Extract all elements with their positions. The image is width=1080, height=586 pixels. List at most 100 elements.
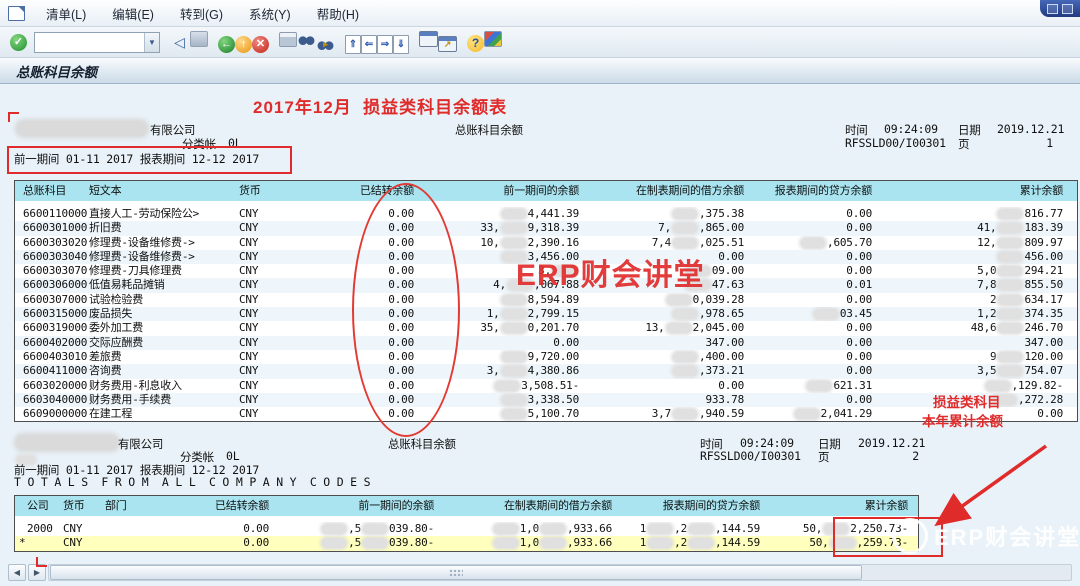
redacted-digits: [502, 409, 526, 419]
table-row[interactable]: 6603040000财务费用-手续费CNY0.003,338.50933.780…: [15, 393, 1077, 407]
customize-icon[interactable]: [484, 31, 502, 47]
redacted-digits: [992, 395, 1016, 405]
cell-currency: CNY: [239, 307, 289, 321]
scrollbar-thumb[interactable]: [50, 565, 862, 580]
watermark-corner: ERP财会讲堂: [934, 520, 1080, 552]
menu-goto[interactable]: 转到(G): [167, 0, 236, 27]
report-title: 总账科目余额: [455, 122, 523, 138]
create-shortcut-icon[interactable]: ↗: [438, 36, 457, 52]
back-icon[interactable]: ←: [218, 36, 235, 53]
next-page-icon[interactable]: ⇒: [377, 35, 393, 54]
column-header-cumulative-balance: 累计余额: [872, 181, 1077, 201]
cell-short-text: 在建工程: [89, 407, 239, 421]
cell-currency: CNY: [239, 350, 289, 364]
column-header-prior-period-balance: 前一期间的余额: [269, 496, 434, 516]
cell-debit-balance: 1,0,933.66: [434, 536, 612, 550]
table-row[interactable]: 6600303070修理费-刀具修理费CNY0.003,09.000.005,0…: [15, 264, 1077, 278]
company-suffix-2: 有限公司: [118, 436, 163, 452]
redacted-digits: [831, 538, 855, 548]
redacted-digits: [673, 409, 697, 419]
redacted-digits: [502, 352, 526, 362]
cell-short-text: 低值易耗品摊销: [89, 278, 239, 292]
scroll-right-icon[interactable]: ▶: [28, 564, 46, 581]
exit-icon[interactable]: ↑: [235, 36, 252, 53]
table-row[interactable]: 6600110000直接人工-劳动保险公>CNY0.004,441.39,375…: [15, 207, 1077, 221]
table-row[interactable]: 6600307000试验检验费CNY0.008,594.890,039.280.…: [15, 293, 1077, 307]
cell-prior-period-balance: 35,0,201.70: [414, 321, 579, 335]
cell-carried-balance: 0.00: [289, 293, 414, 307]
cell-cumulative-balance: 7,8855.50: [872, 278, 1077, 292]
cell-carried-balance: 0.00: [289, 236, 414, 250]
back-triangle-icon[interactable]: ◁: [169, 32, 190, 53]
table-row[interactable]: 6600301000折旧费CNY0.0033,9,318.397,,865.00…: [15, 221, 1077, 235]
cell-carried-balance: 0.00: [289, 364, 414, 378]
menu-help[interactable]: 帮助(H): [304, 0, 372, 27]
table-row[interactable]: 6600411000咨询费CNY0.003,4,380.86,373.210.0…: [15, 364, 1077, 378]
command-dropdown-icon[interactable]: ▼: [144, 33, 159, 52]
first-page-icon[interactable]: ⇑: [345, 35, 361, 54]
redacted-digits: [673, 223, 697, 233]
redacted-digits: [322, 524, 346, 534]
table-row[interactable]: 6609000000在建工程CNY0.005,100.703,7,940.592…: [15, 407, 1077, 421]
redacted-digits: [541, 524, 565, 534]
table-row[interactable]: 6600315000废品损失CNY0.001,2,799.15,978.6503…: [15, 307, 1077, 321]
cell-short-text: 财务费用-利息收入: [89, 379, 239, 393]
table-row[interactable]: 6600303020修理费-设备维修费->CNY0.0010,2,390.167…: [15, 236, 1077, 250]
scrollbar-track[interactable]: [48, 564, 1072, 581]
table-row[interactable]: 6600303040修理费-设备维修费->CNY0.003,456.000.00…: [15, 250, 1077, 264]
cell-cumulative-balance: 12,809.97: [872, 236, 1077, 250]
cell-cumulative-balance: 48,6246.70: [872, 321, 1077, 335]
redacted-digits: [502, 309, 526, 319]
new-session-icon[interactable]: [419, 31, 438, 47]
command-field[interactable]: [35, 34, 144, 51]
redacted-digits: [494, 538, 518, 548]
table-row[interactable]: 6600306000低值易耗品摊销CNY0.004,,067.8847.630.…: [15, 278, 1077, 292]
scroll-left-icon[interactable]: ◀: [8, 564, 26, 581]
menu-list[interactable]: 清单(L): [33, 0, 99, 27]
menu-system[interactable]: 系统(Y): [236, 0, 304, 27]
cell-prior-period-balance: 33,9,318.39: [414, 221, 579, 235]
sap-system-menu-icon[interactable]: [8, 6, 25, 21]
cell-credit-balance: 0.00: [744, 393, 872, 407]
cell-currency: CNY: [239, 221, 289, 235]
print-icon[interactable]: [279, 32, 297, 47]
date-value: 2019.12.21: [997, 122, 1064, 136]
redacted-digits: [807, 381, 831, 391]
redacted-digits: [998, 238, 1022, 248]
redacted-digits: [998, 366, 1022, 376]
find-next-icon[interactable]: ▸: [316, 37, 335, 52]
command-field-wrap: ▼: [34, 32, 160, 53]
cell-account: 6609000000: [15, 407, 89, 421]
last-page-icon[interactable]: ⇓: [393, 35, 409, 54]
totals-heading: T O T A L S F R O M A L L C O M P A N Y …: [14, 475, 370, 489]
cell-currency: CNY: [239, 336, 289, 350]
table-row[interactable]: *CNY0.00,5039.80-1,0,933.661,2,144.5950,…: [15, 536, 918, 550]
table-row[interactable]: 2000CNY0.00,5039.80-1,0,933.661,2,144.59…: [15, 522, 918, 536]
previous-page-icon[interactable]: ⇐: [361, 35, 377, 54]
help-icon[interactable]: ?: [467, 35, 484, 52]
table-row[interactable]: 6603020000财务费用-利息收入CNY0.003,508.51-0.006…: [15, 379, 1077, 393]
save-icon[interactable]: [190, 31, 208, 47]
cell-account: 6600403010: [15, 350, 89, 364]
find-icon[interactable]: [297, 32, 316, 47]
cell-short-text: 直接人工-劳动保险公>: [89, 207, 239, 221]
table-row[interactable]: 6600319000委外加工费CNY0.0035,0,201.7013,2,04…: [15, 321, 1077, 335]
redacted-digits: [686, 266, 710, 276]
table-row[interactable]: 6600402000交际应酬费CNY0.000.00347.000.00347.…: [15, 336, 1077, 350]
menu-edit[interactable]: 编辑(E): [99, 0, 167, 27]
cell-credit-balance: 2,041.29: [744, 407, 872, 421]
cancel-icon[interactable]: ✕: [252, 36, 269, 53]
enter-icon[interactable]: ✓: [10, 34, 27, 51]
table-row[interactable]: 6600403010差旅费CNY0.009,720.00,400.000.009…: [15, 350, 1077, 364]
cell-cumulative-balance: 456.00: [872, 250, 1077, 264]
maximize-icon[interactable]: [1062, 4, 1073, 14]
company-name-redacted: [16, 121, 148, 135]
cell-credit-balance: 0.00: [744, 350, 872, 364]
minimize-icon[interactable]: [1047, 4, 1058, 14]
column-header-company: 公司: [15, 496, 63, 516]
cell-short-text: 交际应酬费: [89, 336, 239, 350]
report-content: 有限公司 总账科目余额 时间 09:24:09 日期 2019.12.21 分类…: [0, 84, 1080, 586]
column-header-currency: 货币: [239, 181, 289, 201]
cell-debit-balance: 0.00: [579, 379, 744, 393]
cell-short-text: 财务费用-手续费: [89, 393, 239, 407]
